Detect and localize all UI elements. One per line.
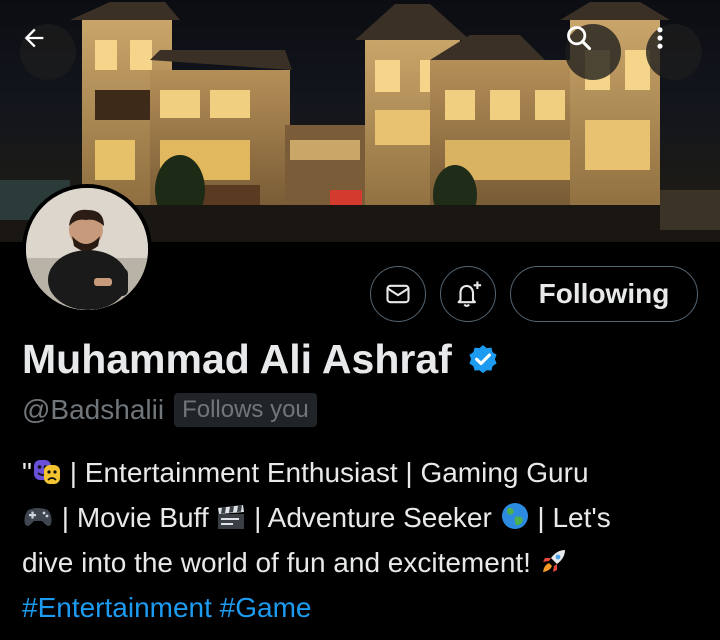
back-button[interactable] [20, 24, 76, 80]
bio-text-1: | Entertainment Enthusiast | Gaming Guru [69, 457, 589, 488]
following-button[interactable]: Following [510, 266, 698, 322]
bio-text-2b: | Adventure Seeker [254, 502, 492, 533]
bio-quote: " [22, 457, 32, 488]
hashtag-link[interactable]: #Entertainment [22, 592, 212, 623]
search-icon [567, 26, 592, 51]
bio-text-2c: | Let's [537, 502, 611, 533]
verified-badge-icon[interactable] [466, 343, 500, 377]
back-arrow-icon [24, 28, 44, 48]
profile-name-row: Muhammad Ali Ashraf [22, 336, 500, 383]
username-handle: @Badshalii [22, 394, 165, 425]
envelope-icon [386, 284, 410, 304]
bio-line-3: dive into the world of fun and excitemen… [22, 542, 702, 587]
clapper-board-icon [216, 501, 246, 542]
rocket-icon [539, 546, 569, 587]
bio-text-3: dive into the world of fun and excitemen… [22, 547, 531, 578]
follows-you-badge: Follows you [174, 393, 317, 427]
performing-arts-icon [32, 456, 62, 497]
game-controller-icon [22, 501, 54, 542]
more-options-button[interactable] [646, 24, 702, 80]
globe-icon [500, 501, 530, 542]
bio-text-2a: | Movie Buff [61, 502, 209, 533]
message-button[interactable] [370, 266, 426, 322]
bio-line-4: #Entertainment #Game [22, 587, 702, 628]
more-vertical-icon [657, 27, 663, 49]
notifications-button[interactable] [440, 266, 496, 322]
avatar-photo [26, 188, 148, 310]
bio-line-2: | Movie Buff | Adventure Seeker | Let's [22, 497, 702, 542]
display-name: Muhammad Ali Ashraf [22, 336, 452, 382]
hashtag-link[interactable]: #Game [220, 592, 312, 623]
following-label: Following [538, 278, 670, 309]
profile-bio: " | Entertainment Enthusiast | Gaming Gu… [22, 452, 702, 628]
handle-row: @Badshalii Follows you [22, 393, 317, 427]
bell-plus-icon [457, 281, 482, 307]
avatar[interactable] [22, 184, 152, 314]
search-button[interactable] [565, 24, 621, 80]
bio-line-1: " | Entertainment Enthusiast | Gaming Gu… [22, 452, 702, 497]
